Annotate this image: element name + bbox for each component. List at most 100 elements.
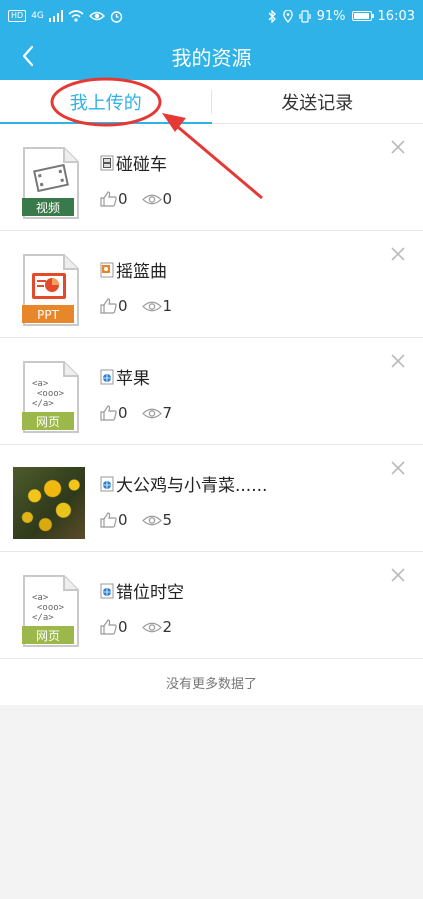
svg-text:<a>: <a> <box>32 379 49 389</box>
svg-text:</a>: </a> <box>32 399 54 409</box>
page-title: 我的资源 <box>171 45 252 70</box>
like-count: 0 <box>118 297 128 315</box>
thumb-label: 网页 <box>36 415 60 429</box>
title-row: 苹果 <box>100 364 150 389</box>
eye-icon <box>141 515 162 525</box>
eye-icon <box>141 408 162 418</box>
title-row: 大公鸡与小青菜...... <box>100 471 267 496</box>
tab-divider <box>211 90 212 114</box>
thumb-up-icon <box>100 191 117 207</box>
ppt-file-icon: PPT <box>22 254 79 326</box>
view-count: 1 <box>162 297 173 315</box>
like-count: 0 <box>118 511 128 529</box>
resource-title: 碰碰车 <box>116 155 167 175</box>
close-icon[interactable] <box>391 247 405 261</box>
view-count: 0 <box>162 190 173 208</box>
like-count: 0 <box>118 190 128 208</box>
title-row: 错位时空 <box>100 578 184 603</box>
chevron-left-icon <box>22 45 34 67</box>
eye-icon <box>88 11 105 21</box>
status-left: HD 4G <box>8 10 123 23</box>
title-row: 碰碰车 <box>100 150 167 175</box>
svg-text:<a>: <a> <box>32 593 49 603</box>
list-item[interactable]: PPT 摇篮曲 0 1 <box>0 231 423 338</box>
view-stat: 7 <box>141 404 173 422</box>
wifi-icon <box>68 10 84 22</box>
close-icon[interactable] <box>391 568 405 582</box>
stats: 0 1 <box>100 297 172 315</box>
like-stat[interactable]: 0 <box>100 190 128 208</box>
video-type-icon <box>100 155 114 170</box>
view-stat: 1 <box>141 297 173 315</box>
photo-thumbnail <box>13 467 85 539</box>
battery-icon <box>351 11 374 21</box>
resource-title: 错位时空 <box>116 583 184 603</box>
view-stat: 0 <box>141 190 173 208</box>
close-icon[interactable] <box>391 140 405 154</box>
nav-bar: 我的资源 <box>0 32 423 80</box>
tab-my-uploads[interactable]: 我上传的 <box>0 80 212 124</box>
svg-text:<ooo>: <ooo> <box>37 603 65 613</box>
web-file-icon: <a> <ooo> </a> 网页 <box>22 575 79 647</box>
resource-title: 大公鸡与小青菜...... <box>116 476 268 496</box>
view-count: 5 <box>162 511 173 529</box>
like-stat[interactable]: 0 <box>100 618 128 636</box>
web-file-icon: <a> <ooo> </a> 网页 <box>22 361 79 433</box>
thumb-up-icon <box>100 405 117 421</box>
web-type-icon <box>100 476 114 491</box>
vibrate-icon <box>299 9 311 23</box>
thumb-up-icon <box>100 619 117 635</box>
thumb-up-icon <box>100 298 117 314</box>
list-item[interactable]: 视频 碰碰车 0 0 <box>0 124 423 231</box>
battery-percent: 91% <box>316 8 346 24</box>
view-stat: 5 <box>141 511 173 529</box>
web-type-icon <box>100 583 114 598</box>
like-count: 0 <box>118 404 128 422</box>
stats: 0 5 <box>100 511 172 529</box>
video-file-icon: 视频 <box>22 147 79 219</box>
back-button[interactable] <box>14 42 42 70</box>
tab-send-history[interactable]: 发送记录 <box>212 80 423 123</box>
view-count: 2 <box>162 618 173 636</box>
view-stat: 2 <box>141 618 173 636</box>
status-bar: HD 4G 91% 16:03 <box>0 0 423 32</box>
no-more-data-label: 没有更多数据了 <box>0 659 423 705</box>
hd-badge: HD <box>8 10 27 22</box>
eye-icon <box>141 301 162 311</box>
list-item[interactable]: 大公鸡与小青菜...... 0 5 <box>0 445 423 552</box>
svg-text:</a>: </a> <box>32 613 54 623</box>
thumb-label: 网页 <box>36 629 60 643</box>
thumb-up-icon <box>100 512 117 528</box>
eye-icon <box>141 194 162 204</box>
network-badge: 4G <box>31 11 44 21</box>
resource-title: 摇篮曲 <box>116 262 167 282</box>
list-item[interactable]: <a> <ooo> </a> 网页 错位时空 0 2 <box>0 552 423 659</box>
view-count: 7 <box>162 404 173 422</box>
alarm-icon <box>110 10 123 23</box>
status-right: 91% 16:03 <box>268 9 415 24</box>
like-stat[interactable]: 0 <box>100 404 128 422</box>
stats: 0 0 <box>100 190 172 208</box>
resource-list: 视频 碰碰车 0 0 PPT 摇篮曲 0 1 <a> <ooo> </a> 网页… <box>0 124 423 659</box>
signal-icon <box>48 10 63 22</box>
eye-icon <box>141 622 162 632</box>
stats: 0 7 <box>100 404 172 422</box>
ppt-type-icon <box>100 262 114 277</box>
location-icon <box>282 9 293 23</box>
title-row: 摇篮曲 <box>100 257 167 282</box>
close-icon[interactable] <box>391 461 405 475</box>
list-item[interactable]: <a> <ooo> </a> 网页 苹果 0 7 <box>0 338 423 445</box>
like-count: 0 <box>118 618 128 636</box>
stats: 0 2 <box>100 618 172 636</box>
svg-text:<ooo>: <ooo> <box>37 389 65 399</box>
like-stat[interactable]: 0 <box>100 297 128 315</box>
like-stat[interactable]: 0 <box>100 511 128 529</box>
thumb-label: 视频 <box>36 200 60 215</box>
tab-bar: 我上传的 发送记录 <box>0 80 423 124</box>
clock: 16:03 <box>377 8 415 24</box>
bluetooth-icon <box>268 9 276 23</box>
resource-title: 苹果 <box>116 369 150 389</box>
close-icon[interactable] <box>391 354 405 368</box>
thumb-label: PPT <box>37 308 59 322</box>
web-type-icon <box>100 369 114 384</box>
